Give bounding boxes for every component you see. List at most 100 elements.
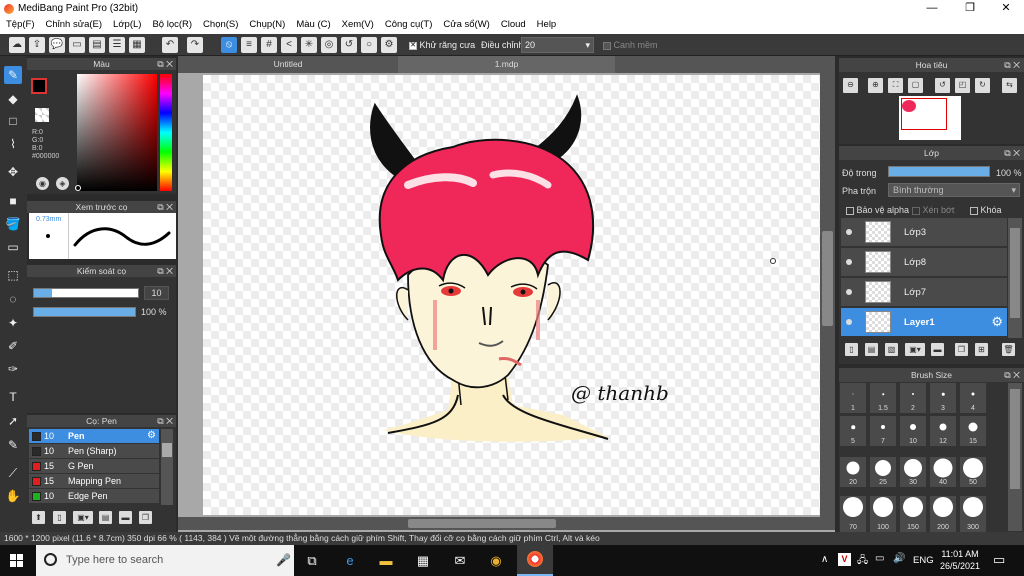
select-eraser-tool-icon[interactable]: ✑ (4, 360, 22, 378)
microphone-icon[interactable]: 🎤 (276, 553, 291, 567)
upload-icon[interactable]: ⇪ (29, 37, 45, 53)
document-icon[interactable]: ▤ (89, 37, 105, 53)
brush-size-scrollbar[interactable] (1008, 383, 1022, 531)
visibility-icon[interactable] (846, 289, 852, 295)
antivirus-tray-icon[interactable]: V (838, 553, 851, 566)
tab-1-mdp[interactable]: 1.mdp (398, 56, 615, 73)
new-1bit-layer-icon[interactable]: ▧ (885, 343, 898, 356)
brush-settings-gear-icon[interactable]: ⚙ (147, 430, 156, 441)
brush-document-icon[interactable]: ▤ (99, 511, 112, 524)
brush-size-cell[interactable]: 200 (930, 496, 956, 532)
zoom-out-icon[interactable]: ⊖ (843, 78, 858, 93)
snap-off-icon[interactable]: ⦸ (221, 37, 237, 53)
medibang-taskbar-button[interactable] (517, 545, 553, 576)
edge-checkbox[interactable] (603, 41, 611, 50)
lasso-tool-icon[interactable]: ◌ (4, 290, 22, 308)
maximize-button[interactable]: ❐ (952, 0, 988, 17)
layer-list-scrollbar[interactable] (1008, 218, 1022, 338)
bucket-tool-icon[interactable]: 🪣 (4, 215, 22, 233)
brush-list-scrollbar[interactable] (161, 429, 173, 505)
rotate-right-icon[interactable]: ↻ (975, 78, 990, 93)
select-pen-tool-icon[interactable]: ✐ (4, 337, 22, 355)
brush-duplicate-icon[interactable]: ❐ (139, 511, 152, 524)
brush-item-g-pen[interactable]: 15 G Pen (29, 459, 159, 474)
panel-close-icon[interactable]: ⧉ ✕ (1004, 146, 1020, 160)
network-icon[interactable]: 🖧 (857, 553, 868, 570)
brush-size-cell[interactable]: 150 (900, 496, 926, 532)
duplicate-layer-icon[interactable]: ❐ (955, 343, 968, 356)
canvas-horizontal-scrollbar[interactable] (178, 517, 835, 530)
language-indicator[interactable]: ENG (913, 555, 934, 566)
chat-icon[interactable]: 💬 (49, 37, 65, 53)
brush-size-cell[interactable]: 50 (960, 457, 986, 487)
parallel-snap-icon[interactable]: ≡ (241, 37, 257, 53)
visibility-icon[interactable] (846, 319, 852, 325)
palette-icon[interactable]: ◉ (36, 177, 49, 190)
panel-close-icon[interactable]: ⧉ ✕ (157, 58, 173, 70)
delete-layer-icon[interactable]: 🗑 (1002, 343, 1015, 356)
layer-row[interactable]: Lớp7 (841, 278, 1007, 307)
palette-add-icon[interactable]: ◈ (56, 177, 69, 190)
text-tool-icon[interactable]: T (4, 388, 22, 406)
notification-icon[interactable]: ▭ (993, 552, 1005, 568)
menu-help[interactable]: Help (531, 17, 562, 30)
transparent-color-swatch[interactable] (35, 108, 49, 122)
store-icon[interactable]: ▦ (413, 550, 433, 572)
curve-tool-icon[interactable]: ⌇ (4, 135, 22, 153)
layer-settings-gear-icon[interactable]: ⚙ (991, 314, 1003, 330)
brush-size-cell[interactable]: 40 (930, 457, 956, 487)
menu-cloud[interactable]: Cloud (495, 17, 531, 30)
blend-mode-select[interactable]: Bình thường ▾ (888, 183, 1020, 197)
panel-close-icon[interactable]: ⧉ ✕ (157, 201, 173, 213)
divide-tool-icon[interactable]: ✎ (4, 436, 22, 454)
layer-row[interactable]: Lớp8 (841, 248, 1007, 277)
new-halftone-layer-icon[interactable]: ▤ (865, 343, 878, 356)
layer-opacity-slider[interactable] (888, 166, 990, 177)
windows-start-icon[interactable] (10, 554, 24, 568)
cross-snap-icon[interactable]: # (261, 37, 277, 53)
move-tool-icon[interactable]: ✥ (4, 163, 22, 181)
edge-browser-icon[interactable]: e (340, 550, 360, 572)
curve-snap-icon[interactable]: ↺ (341, 37, 357, 53)
fit-icon[interactable]: ⛶ (888, 78, 903, 93)
undo-icon[interactable]: ↶ (162, 37, 178, 53)
canvas-vertical-scrollbar[interactable] (820, 73, 835, 517)
minimize-button[interactable]: — (914, 0, 950, 17)
grid-icon[interactable]: ▦ (129, 37, 145, 53)
taskbar-search-box[interactable]: Type here to search 🎤 (36, 545, 294, 576)
lock-checkbox[interactable] (970, 206, 978, 215)
flip-icon[interactable]: ⇆ (1002, 78, 1017, 93)
settings-gear-icon[interactable]: ⚙ (381, 37, 397, 53)
drawing-canvas[interactable]: @ thanhb (203, 75, 820, 515)
brush-size-cell[interactable]: 1 (840, 383, 866, 413)
ellipse-snap-icon[interactable]: ○ (361, 37, 377, 53)
brush-size-cell[interactable]: 300 (960, 496, 986, 532)
brush-size-cell[interactable]: 2 (900, 383, 926, 413)
menu-tools[interactable]: Công cụ(T) (379, 17, 438, 30)
panel-close-icon[interactable]: ⧉ ✕ (1004, 58, 1020, 72)
navigator-thumbnail[interactable] (899, 96, 961, 140)
protect-alpha-checkbox[interactable] (846, 206, 854, 215)
brush-size-cell[interactable]: 30 (900, 457, 926, 487)
brush-size-cell[interactable]: 7 (870, 416, 896, 446)
eyedropper-tool-icon[interactable]: ⟋ (4, 464, 22, 482)
menu-filter[interactable]: Bộ lọc(R) (146, 17, 197, 30)
brush-size-cell[interactable]: 100 (870, 496, 896, 532)
brush-add-icon[interactable]: ⬆ (32, 511, 45, 524)
brush-item-pen[interactable]: 10 Pen ⚙ (29, 429, 159, 444)
layer-row[interactable]: Lớp3 (841, 218, 1007, 247)
menu-window[interactable]: Cửa sổ(W) (437, 17, 494, 30)
clipping-checkbox[interactable] (912, 206, 920, 215)
tab-untitled[interactable]: Untitled (178, 56, 398, 73)
brush-size-cell[interactable]: 4 (960, 383, 986, 413)
shape-tool-icon[interactable]: □ (4, 112, 22, 130)
brush-new-icon[interactable]: ▯ (53, 511, 66, 524)
hue-slider[interactable] (160, 74, 172, 191)
clock[interactable]: 11:01 AM 26/5/2021 (938, 548, 982, 572)
operation-tool-icon[interactable]: ➚ (4, 412, 22, 430)
brush-menu-icon[interactable]: ▣▾ (73, 511, 93, 524)
brush-opacity-slider[interactable] (33, 307, 136, 317)
menu-select[interactable]: Chọn(S) (197, 17, 243, 30)
brush-size-cell[interactable]: 5 (840, 416, 866, 446)
brush-size-cell[interactable]: 1.5 (870, 383, 896, 413)
